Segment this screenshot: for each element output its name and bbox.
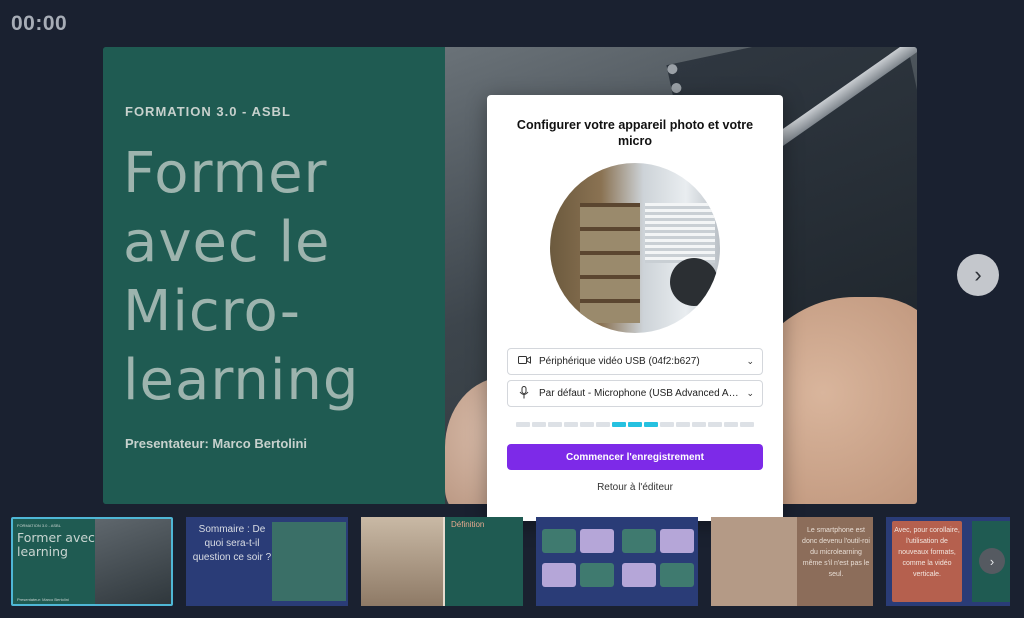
thumbnail-photo <box>95 519 171 604</box>
thumbnail-text: Avec, pour corollaire, l'utilisation de … <box>894 527 960 578</box>
recording-timer: 00:00 <box>11 12 68 35</box>
next-slide-button[interactable]: › <box>957 254 999 296</box>
chevron-down-icon: ⌄ <box>746 388 754 398</box>
audio-level-segment <box>740 422 754 427</box>
chevron-right-icon: › <box>974 262 982 287</box>
audio-level-segment <box>580 422 594 427</box>
thumbnail-presenter: Presentateur: Marco Bertolini <box>17 597 69 602</box>
thumbnail-text: Le smartphone est donc devenu l'outil-ro… <box>802 527 870 578</box>
thumbnail-heading: Définition <box>451 520 485 529</box>
microphone-select-value: Par défaut - Microphone (USB Advanced Au… <box>539 388 741 399</box>
slide-presenter: Presentateur: Marco Bertolini <box>125 436 308 451</box>
slide-text-panel: FORMATION 3.0 - ASBL Former avec le Micr… <box>103 47 445 504</box>
video-camera-icon <box>516 355 532 368</box>
thumbnail-slide-5[interactable]: Le smartphone est donc devenu l'outil-ro… <box>711 517 873 606</box>
thumbnail-kicker: FORMATION 3.0 - ASBL <box>17 523 61 528</box>
camera-preview <box>550 163 720 333</box>
slide-kicker: FORMATION 3.0 - ASBL <box>125 104 291 119</box>
audio-level-segment <box>548 422 562 427</box>
audio-level-segment <box>596 422 610 427</box>
back-to-editor-link[interactable]: Retour à l'éditeur <box>507 482 763 493</box>
thumbnail-photo <box>361 517 443 606</box>
audio-level-segment <box>692 422 706 427</box>
audio-level-segment <box>724 422 738 427</box>
dialog-title: Configurer votre appareil photo et votre… <box>516 118 754 148</box>
slide-title: Former avec le Micro-learning <box>123 141 360 413</box>
microphone-icon <box>516 385 532 402</box>
thumbnails-scroll-right-button[interactable]: › <box>979 548 1005 574</box>
audio-level-segment <box>564 422 578 427</box>
camera-setup-dialog: Configurer votre appareil photo et votre… <box>487 95 783 521</box>
audio-level-segment <box>644 422 658 427</box>
audio-level-meter <box>516 422 754 427</box>
audio-level-segment <box>660 422 674 427</box>
audio-level-segment <box>708 422 722 427</box>
audio-level-segment <box>612 422 626 427</box>
thumbnail-slide-1[interactable]: FORMATION 3.0 - ASBL Former avec le Micr… <box>11 517 173 606</box>
audio-level-segment <box>532 422 546 427</box>
audio-level-segment <box>516 422 530 427</box>
thumbnail-slide-2[interactable]: Sommaire : De quoi sera-t-il question ce… <box>186 517 348 606</box>
chevron-right-icon: › <box>989 553 995 569</box>
audio-level-segment <box>628 422 642 427</box>
audio-level-segment <box>676 422 690 427</box>
camera-select-value: Périphérique vidéo USB (04f2:b627) <box>539 356 700 367</box>
thumbnail-slide-4[interactable] <box>536 517 698 606</box>
microphone-select[interactable]: Par défaut - Microphone (USB Advanced Au… <box>507 380 763 407</box>
thumbnail-slide-3[interactable]: Définition <box>361 517 523 606</box>
chevron-down-icon: ⌄ <box>746 356 754 366</box>
thumbnail-photo <box>272 522 346 601</box>
camera-select[interactable]: Périphérique vidéo USB (04f2:b627) ⌄ <box>507 348 763 375</box>
start-recording-button[interactable]: Commencer l'enregistrement <box>507 444 763 470</box>
thumbnail-text: Sommaire : De quoi sera-t-il question ce… <box>192 524 272 563</box>
